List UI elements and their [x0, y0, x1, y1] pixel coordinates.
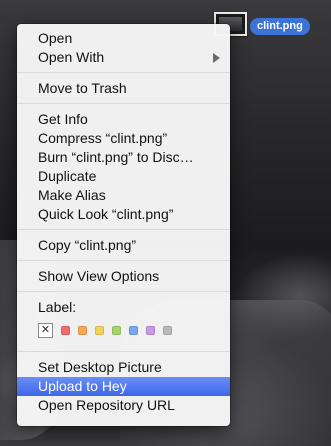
label-yellow-dot[interactable]: [95, 325, 104, 335]
menu-separator: [17, 260, 230, 261]
submenu-arrow-icon: [213, 53, 220, 63]
menu-item-copy[interactable]: Copy “clint.png”: [17, 236, 230, 255]
menu-item-compress[interactable]: Compress “clint.png”: [17, 129, 230, 148]
label-blue-dot[interactable]: [129, 325, 138, 335]
label-green-dot[interactable]: [112, 325, 121, 335]
menu-item-burn[interactable]: Burn “clint.png” to Disc…: [17, 148, 230, 167]
menu-item-open-with[interactable]: Open With: [17, 48, 230, 67]
menu-item-show-view-options[interactable]: Show View Options: [17, 267, 230, 286]
menu-separator: [17, 72, 230, 73]
label-gray-dot[interactable]: [163, 325, 172, 335]
menu-item-open[interactable]: Open: [17, 29, 230, 48]
menu-separator: [17, 229, 230, 230]
label-orange-dot[interactable]: [78, 325, 87, 335]
menu-separator: [17, 103, 230, 104]
menu-item-make-alias[interactable]: Make Alias: [17, 186, 230, 205]
menu-item-open-with-label: Open With: [38, 49, 105, 65]
menu-item-move-to-trash[interactable]: Move to Trash: [17, 79, 230, 98]
context-menu: Open Open With Move to Trash Get Info Co…: [17, 24, 230, 426]
menu-item-get-info[interactable]: Get Info: [17, 110, 230, 129]
label-purple-dot[interactable]: [146, 325, 155, 335]
file-name-label[interactable]: clint.png: [250, 18, 310, 35]
menu-item-upload-to-hey[interactable]: Upload to Hey: [17, 377, 230, 396]
label-red-dot[interactable]: [61, 325, 70, 335]
menu-separator: [17, 291, 230, 292]
label-color-row: ✕: [17, 317, 230, 343]
menu-item-duplicate[interactable]: Duplicate: [17, 167, 230, 186]
label-none-button[interactable]: ✕: [38, 322, 53, 338]
menu-item-open-repository-url[interactable]: Open Repository URL: [17, 396, 230, 415]
menu-item-set-desktop-picture[interactable]: Set Desktop Picture: [17, 358, 230, 377]
label-heading: Label:: [38, 299, 77, 315]
menu-separator: [17, 351, 230, 352]
menu-item-quick-look[interactable]: Quick Look “clint.png”: [17, 205, 230, 224]
